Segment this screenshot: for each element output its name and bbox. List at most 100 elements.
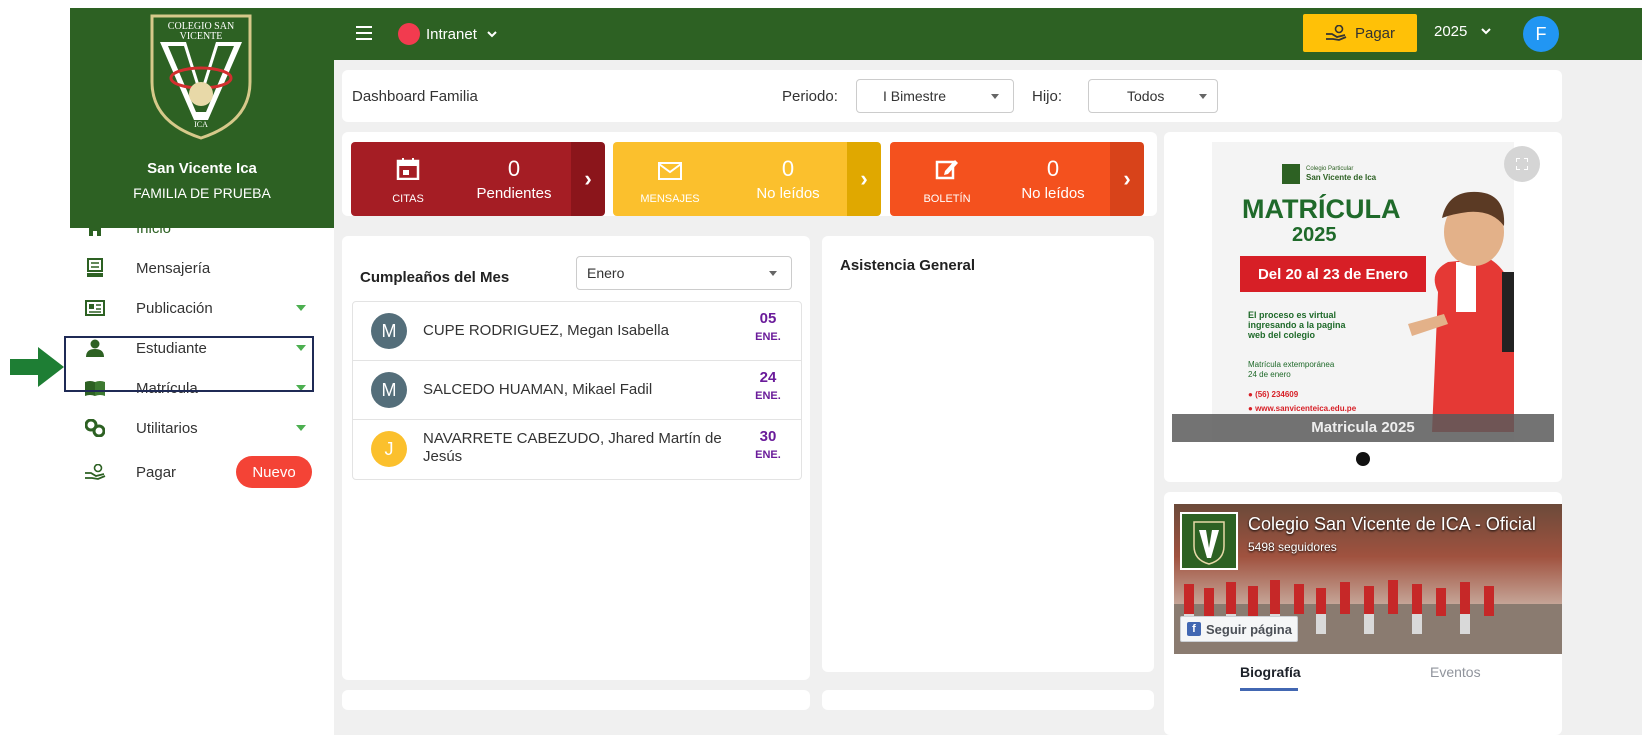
chevron-down-icon [296,425,306,431]
student-name: SALCEDO HUAMAN, Mikael Fadil [423,381,653,398]
promo-dates: Del 20 al 23 de Enero [1240,256,1426,292]
birthday-month: ENE. [755,390,781,402]
promo-line3: 24 de enero [1248,370,1291,379]
hamburger-menu-icon[interactable] [356,26,372,40]
school-crest-logo [1282,164,1300,184]
sidebar-header: COLEGIO SAN VICENTE ICA San Vicente Ica … [70,8,334,228]
sidebar-item-publicacion[interactable]: Publicación [70,288,334,328]
tile-name: BOLETÍN [923,193,971,205]
birthday-day: 24 [759,369,777,386]
avatar: M [371,313,407,349]
birthday-month: ENE. [755,331,781,343]
facebook-followers: 5498 seguidores [1248,540,1337,554]
tile-subtitle: No leídos [1021,185,1085,202]
attendance-title: Asistencia General [840,257,976,274]
mail-icon [658,162,682,180]
new-badge: Nuevo [236,456,312,488]
promo-caption: Matricula 2025 [1172,414,1554,442]
sidebar-item-label: Utilitarios [136,419,198,437]
list-item[interactable]: M CUPE RODRIGUEZ, Megan Isabella 05 ENE. [353,302,801,361]
payment-icon [84,462,106,482]
module-dot-icon [398,23,420,45]
month-select[interactable]: Enero [576,256,792,290]
sidebar-item-mensajeria[interactable]: Mensajería [70,248,334,288]
facebook-widget: Colegio San Vicente de ICA - Oficial 549… [1164,492,1562,735]
pay-label: Pagar [1354,24,1396,42]
child-select[interactable]: Todos [1088,79,1218,113]
annotation-arrow-icon [10,347,64,387]
tile-count: 0 [781,156,795,181]
student-name: CUPE RODRIGUEZ, Megan Isabella [423,322,669,339]
crest-text: COLEGIO SAN VICENTE [167,21,235,42]
tile-mensajes[interactable]: › MENSAJES 0 No leídos [613,142,881,216]
crest-subtext: ICA [194,120,208,129]
period-value: I Bimestre [883,88,947,104]
avatar: J [371,431,407,467]
year-selector[interactable]: 2025 [1434,23,1492,40]
sidebar-item-inicio[interactable]: Inicio [70,208,334,248]
promo-year: 2025 [1292,224,1337,246]
next-card-edge [822,690,1154,710]
calendar-icon [396,158,420,180]
sidebar-item-label: Inicio [136,219,172,237]
tools-icon [84,418,106,438]
birthday-day: 30 [759,428,777,445]
child-label: Hijo: [1032,88,1063,105]
period-label: Periodo: [782,88,838,105]
child-value: Todos [1127,88,1165,104]
page-title: Dashboard Familia [352,88,478,105]
birthdays-card: Cumpleaños del Mes Enero M CUPE RODRIGUE… [342,236,810,680]
student-photo [1408,191,1514,432]
pay-button[interactable]: Pagar [1303,14,1417,52]
fullscreen-icon[interactable] [1504,146,1540,182]
facebook-cover[interactable]: Colegio San Vicente de ICA - Oficial 549… [1174,504,1562,654]
birthdays-list: M CUPE RODRIGUEZ, Megan Isabella 05 ENE.… [352,301,802,480]
birthdays-title: Cumpleaños del Mes [360,269,510,286]
promo-line1: El proceso es virtual ingresando a la pa… [1248,310,1346,340]
promo-headline: MATRÍCULA [1242,194,1401,224]
school-name: San Vicente Ica [147,160,257,177]
chevron-down-icon [1199,94,1207,99]
sidebar-item-pagar[interactable]: Pagar Nuevo [70,452,334,492]
message-icon [84,258,106,278]
promo-image[interactable]: Colegio Particular San Vicente de Ica MA… [1212,142,1514,442]
facebook-icon: f [1187,622,1201,636]
birthday-month: ENE. [755,449,781,461]
facebook-page-name[interactable]: Colegio San Vicente de ICA - Oficial [1248,514,1536,535]
sidebar-item-utilitarios[interactable]: Utilitarios [70,408,334,448]
list-item[interactable]: M SALCEDO HUAMAN, Mikael Fadil 24 ENE. [353,361,801,420]
tile-boletin[interactable]: › BOLETÍN 0 No leídos [890,142,1144,216]
page-root: COLEGIO SAN VICENTE ICA San Vicente Ica … [0,0,1642,735]
user-avatar[interactable]: F [1523,16,1559,52]
sidebar-item-label: Mensajería [136,259,211,277]
chevron-down-icon [769,271,777,276]
edit-icon [935,160,958,180]
period-select[interactable]: I Bimestre [856,79,1014,113]
follow-label: Seguir página [1206,621,1292,637]
promo-line2: Matrícula extemporánea [1248,360,1335,369]
newspaper-icon [84,298,106,318]
birthday-day: 05 [759,310,777,327]
module-selector[interactable]: Intranet [398,20,497,48]
list-item[interactable]: J NAVARRETE CABEZUDO, Jhared Martín de J… [353,420,801,479]
attendance-card: Asistencia General [822,236,1154,672]
top-navbar: Intranet Pagar 2025 F [334,8,1642,60]
tile-name: MENSAJES [640,193,700,205]
chevron-right-icon: › [1110,142,1144,216]
tab-biografia[interactable]: Biografía [1240,664,1301,680]
tile-name: CITAS [392,193,424,205]
summary-tiles: › CITAS 0 Pendientes › MENSAJES 0 No leí… [342,132,1157,216]
sidebar-item-label: Publicación [136,299,213,317]
carousel-indicator[interactable] [1356,452,1370,466]
tile-count: 0 [507,156,521,181]
tile-citas[interactable]: › CITAS 0 Pendientes [351,142,605,216]
annotation-highlight-box [64,336,314,392]
family-name: FAMILIA DE PRUEBA [133,185,271,201]
sidebar-item-label: Pagar [136,463,177,481]
avatar: M [371,372,407,408]
follow-page-button[interactable]: f Seguir página [1180,616,1298,642]
promo-phone: ● (56) 234609 [1248,390,1299,399]
promo-web: ● www.sanvicenteica.edu.pe [1248,404,1357,413]
tab-eventos[interactable]: Eventos [1430,664,1481,680]
active-tab-indicator [1240,688,1298,691]
